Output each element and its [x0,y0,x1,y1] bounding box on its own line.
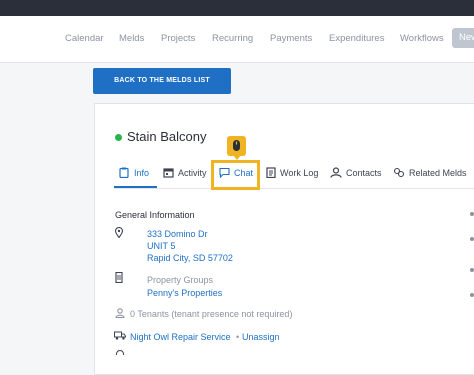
vendor-link[interactable]: Night Owl Repair Service [130,332,231,342]
main-nav: Calendar Melds Projects Recurring Paymen… [0,16,474,63]
tab-work-log[interactable]: Work Log [280,168,318,178]
new-button-label: New [459,32,474,43]
partial-icon [116,350,124,355]
vendor-separator: • [236,332,240,342]
new-button[interactable]: New [452,28,474,48]
tenant-icon [115,308,125,318]
right-edge-dot [470,268,474,272]
back-to-melds-button[interactable]: BACK TO THE MELDS LIST [93,68,231,94]
unassign-link[interactable]: Unassign [242,332,280,342]
mouse-icon [233,140,240,151]
top-dark-bar [0,0,474,16]
nav-calendar[interactable]: Calendar [65,33,104,44]
general-info-heading: General Information [115,210,195,220]
chat-tab-highlight [211,160,260,190]
nav-projects[interactable]: Projects [161,33,195,44]
nav-expenditures[interactable]: Expenditures [329,33,384,44]
right-edge-dot [470,212,474,216]
nav-melds[interactable]: Melds [119,33,144,44]
tab-info[interactable]: Info [134,168,149,178]
address-line-1[interactable]: 333 Domino Dr [147,229,208,239]
address-line-2[interactable]: UNIT 5 [147,241,175,251]
map-pin-icon [115,227,123,238]
nav-payments[interactable]: Payments [270,33,312,44]
pointer-marker-tail [233,155,241,160]
calendar-icon [163,168,174,178]
tab-contacts[interactable]: Contacts [346,168,382,178]
address-line-3[interactable]: Rapid City, SD 57702 [147,253,233,263]
tab-related-melds[interactable]: Related Melds [409,168,467,178]
tabs-divider [114,188,474,189]
property-groups-label: Property Groups [147,275,214,285]
building-icon [115,272,123,283]
status-dot [115,134,122,141]
nav-workflows[interactable]: Workflows [400,33,444,44]
right-edge-dot [470,237,474,241]
tab-activity[interactable]: Activity [178,168,207,178]
worklog-icon [266,167,276,178]
tenants-info: 0 Tenants (tenant presence not required) [130,309,293,319]
property-group-link[interactable]: Penny's Properties [147,288,222,298]
related-melds-icon [393,167,405,178]
clipboard-icon [119,167,129,178]
active-tab-underline [114,186,157,188]
contacts-icon [330,167,342,178]
truck-icon [114,331,126,340]
right-edge-dot [470,293,474,297]
nav-recurring[interactable]: Recurring [212,33,253,44]
meld-title: Stain Balcony [127,129,207,144]
pointer-marker [227,136,246,156]
